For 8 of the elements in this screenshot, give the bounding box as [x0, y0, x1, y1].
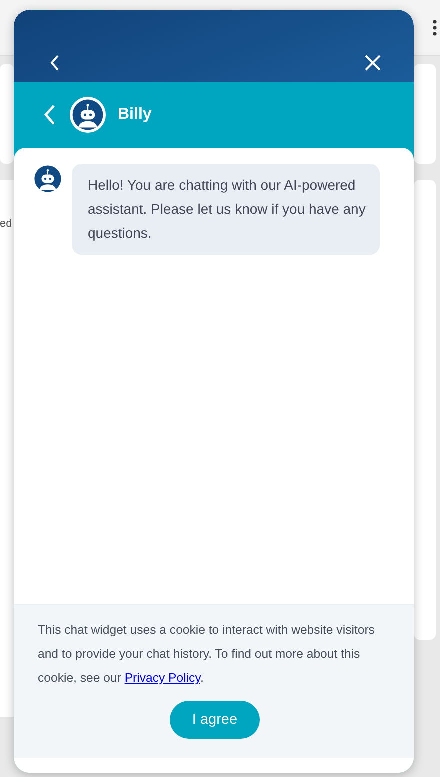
bot-avatar-icon [34, 165, 62, 193]
privacy-policy-link[interactable]: Privacy Policy [124, 671, 200, 685]
message-bubble: Hello! You are chatting with our AI-powered assistant. Please let us know if you have any questions. [72, 164, 380, 255]
close-icon[interactable] [364, 54, 382, 72]
more-icon[interactable] [433, 20, 437, 36]
cookie-notice-text: This chat widget uses a cookie to interact with website visitors and to provide your chat history. To find out more about this cookie, see our Privacy Policy. [38, 622, 376, 687]
page-text: ed [0, 218, 14, 230]
agent-name: Billy [118, 106, 152, 124]
